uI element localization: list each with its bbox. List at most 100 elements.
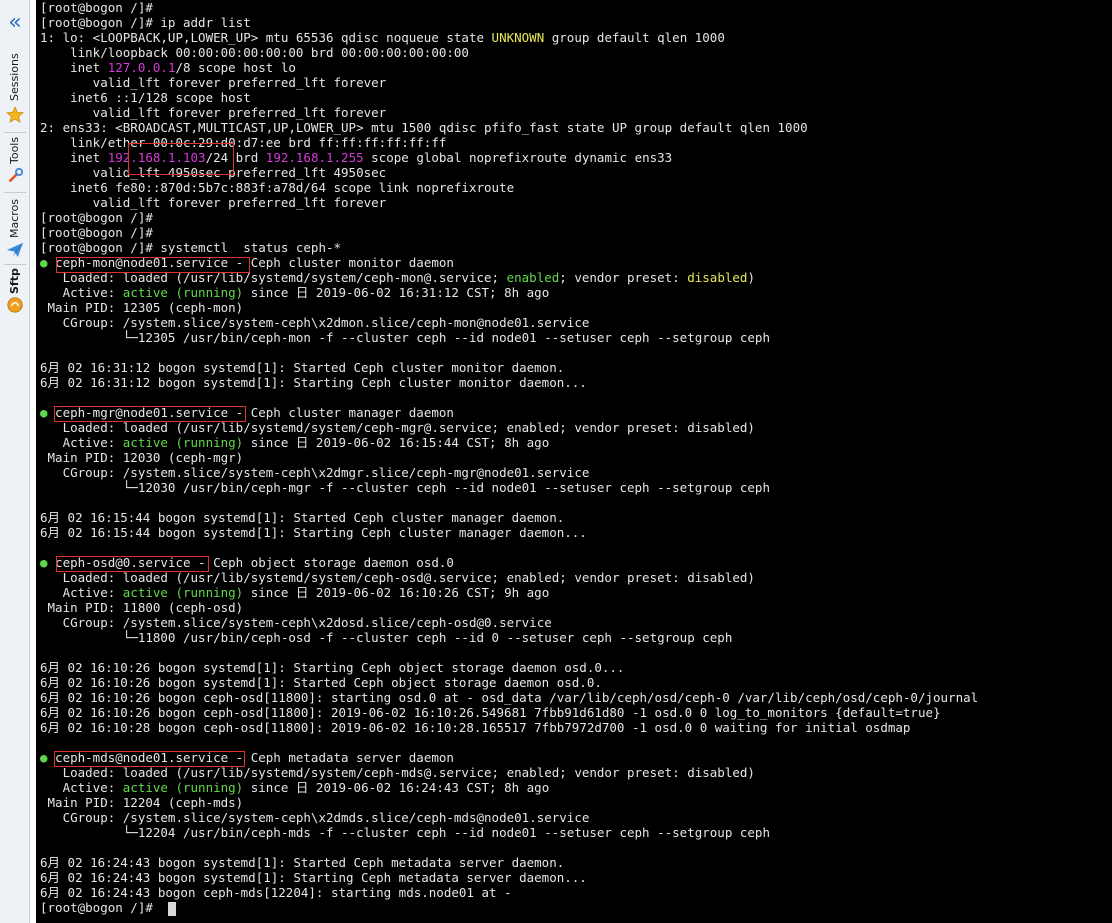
terminal-line: ​ [40, 540, 978, 555]
terminal-text-segment: ) [747, 270, 755, 285]
terminal-text-segment: 6月 02 16:10:26 bogon ceph-osd[11800]: 20… [40, 705, 941, 720]
terminal-text-segment: 6月 02 16:10:26 bogon systemd[1]: Started… [40, 675, 602, 690]
terminal-text-segment: link/ether 00:0c:29:d0:d7:ee brd ff:ff:f… [40, 135, 447, 150]
sftp-icon [7, 297, 23, 313]
terminal-line: valid_lft forever preferred_lft forever [40, 105, 978, 120]
terminal-line: CGroup: /system.slice/system-ceph\x2dmgr… [40, 465, 978, 480]
sidebar-tab-label: Macros [8, 198, 21, 238]
sidebar-divider [4, 192, 26, 193]
terminal-text-segment: └─12030 /usr/bin/ceph-mgr -f --cluster c… [40, 480, 770, 495]
terminal-line: ● ceph-osd@0.service - Ceph object stora… [40, 555, 978, 570]
terminal-line: [root@bogon /]# ip addr list [40, 15, 978, 30]
terminal-text-segment: valid_lft 4950sec preferred_lft 4950sec [40, 165, 387, 180]
terminal-line: 6月 02 16:10:26 bogon ceph-osd[11800]: 20… [40, 705, 978, 720]
terminal-text-segment: 6月 02 16:31:12 bogon systemd[1]: Startin… [40, 375, 587, 390]
terminal-line: ​ [40, 735, 978, 750]
terminal-line: └─11800 /usr/bin/ceph-osd -f --cluster c… [40, 630, 978, 645]
terminal-text-segment: ceph-mds@node01.service - Ceph metadata … [47, 750, 454, 765]
terminal-text-segment: Main PID: 11800 (ceph-osd) [40, 600, 244, 615]
terminal-text-segment: [root@bogon /]# [40, 0, 153, 15]
terminal-text-segment: 6月 02 16:15:44 bogon systemd[1]: Started… [40, 510, 565, 525]
terminal-line: ​ [40, 840, 978, 855]
terminal-line: 6月 02 16:31:12 bogon systemd[1]: Started… [40, 360, 978, 375]
terminal-text-segment: ● [40, 255, 48, 270]
terminal-text-segment: inet6 fe80::870d:5b7c:883f:a78d/64 scope… [40, 180, 515, 195]
terminal-line: link/loopback 00:00:00:00:00:00 brd 00:0… [40, 45, 978, 60]
sidebar-tab-sessions[interactable]: Sessions [3, 48, 27, 130]
terminal-text-segment: inet [40, 60, 108, 75]
terminal-text-segment: [root@bogon /]# systemctl status ceph-* [40, 240, 342, 255]
terminal-line: link/ether 00:0c:29:d0:d7:ee brd ff:ff:f… [40, 135, 978, 150]
terminal-text-segment: UNKNOWN [491, 30, 545, 45]
terminal-cursor [168, 902, 176, 916]
terminal-text-segment: Main PID: 12204 (ceph-mds) [40, 795, 244, 810]
paper-plane-icon [6, 242, 24, 258]
terminal-line: Loaded: loaded (/usr/lib/systemd/system/… [40, 570, 978, 585]
terminal-line: valid_lft 4950sec preferred_lft 4950sec [40, 165, 978, 180]
terminal-line: ● ceph-mgr@node01.service - Ceph cluster… [40, 405, 978, 420]
terminal-line: [root@bogon /]# [40, 210, 978, 225]
terminal-text-segment: ● [40, 405, 48, 420]
terminal-text-segment: Active: [40, 780, 123, 795]
terminal-line: ​ [40, 390, 978, 405]
terminal-text-segment: ; vendor preset: [559, 270, 688, 285]
terminal-line: Main PID: 12030 (ceph-mgr) [40, 450, 978, 465]
terminal-text-segment: since 日 2019-06-02 16:10:26 CST; 9h ago [243, 585, 550, 600]
terminal-text-segment: Loaded: loaded (/usr/lib/systemd/system/… [40, 420, 755, 435]
terminal-text-segment: active (running) [122, 780, 244, 795]
terminal-line: ​ [40, 495, 978, 510]
terminal-line: 6月 02 16:24:43 bogon systemd[1]: Startin… [40, 870, 978, 885]
sidebar-divider [4, 264, 26, 265]
terminal-text-segment: 127.0.0.1 [107, 60, 176, 75]
terminal-text-segment: valid_lft forever preferred_lft forever [40, 75, 387, 90]
terminal-line: └─12204 /usr/bin/ceph-mds -f --cluster c… [40, 825, 978, 840]
terminal-line: ● ceph-mds@node01.service - Ceph metadat… [40, 750, 978, 765]
terminal-line: inet 192.168.1.103/24 brd 192.168.1.255 … [40, 150, 978, 165]
terminal-text-segment: active (running) [122, 285, 244, 300]
terminal-line: 6月 02 16:15:44 bogon systemd[1]: Startin… [40, 525, 978, 540]
sidebar-tab-macros[interactable]: Macros [3, 196, 27, 262]
terminal-text-segment: disabled [687, 270, 748, 285]
terminal-text-segment: inet6 ::1/128 scope host [40, 90, 251, 105]
terminal-text-segment: Loaded: loaded (/usr/lib/systemd/system/… [40, 765, 755, 780]
sidebar-tab-tools[interactable]: Tools [3, 136, 27, 190]
terminal-text-segment: since 日 2019-06-02 16:31:12 CST; 8h ago [243, 285, 550, 300]
collapse-sidebar-icon[interactable]: « [3, 12, 27, 36]
terminal-line: ​ [40, 645, 978, 660]
terminal-text-segment: ● [40, 750, 48, 765]
terminal-line: inet6 ::1/128 scope host [40, 90, 978, 105]
terminal-text-segment: 6月 02 16:24:43 bogon ceph-mds[12204]: st… [40, 885, 512, 900]
terminal-line: ● ceph-mon@node01.service - Ceph cluster… [40, 255, 978, 270]
terminal-text-segment: /24 brd [205, 150, 266, 165]
terminal-line: 6月 02 16:10:28 bogon ceph-osd[11800]: 20… [40, 720, 978, 735]
terminal-text-segment: 192.168.1.255 [265, 150, 364, 165]
terminal-text-segment: [root@bogon /]# [40, 225, 153, 240]
terminal-text-segment: enabled [506, 270, 560, 285]
terminal-text-segment: 1: lo: <LOOPBACK,UP,LOWER_UP> mtu 65536 … [40, 30, 492, 45]
sidebar-tab-label: Sftp [8, 268, 21, 294]
terminal-line: [root@bogon /]# [40, 225, 978, 240]
terminal-text-segment: ● [40, 555, 48, 570]
terminal-text-segment: /8 scope host lo [175, 60, 296, 75]
terminal-line: Main PID: 11800 (ceph-osd) [40, 600, 978, 615]
terminal-output[interactable]: [root@bogon /]# [root@bogon /]# ip addr l… [36, 0, 1112, 923]
terminal-text-segment: CGroup: /system.slice/system-ceph\x2dmds… [40, 810, 590, 825]
terminal-text-segment: 6月 02 16:15:44 bogon systemd[1]: Startin… [40, 525, 587, 540]
terminal-line: 6月 02 16:15:44 bogon systemd[1]: Started… [40, 510, 978, 525]
terminal-text-segment: CGroup: /system.slice/system-ceph\x2dmgr… [40, 465, 590, 480]
sidebar-tab-sftp[interactable]: Sftp [3, 268, 27, 318]
terminal-line: 6月 02 16:10:26 bogon ceph-osd[11800]: st… [40, 690, 978, 705]
terminal-text-segment: 6月 02 16:31:12 bogon systemd[1]: Started… [40, 360, 565, 375]
sidebar-tab-label: Sessions [8, 53, 21, 101]
terminal-line: 6月 02 16:10:26 bogon systemd[1]: Startin… [40, 660, 978, 675]
star-icon [6, 106, 24, 123]
terminal-text-segment: Active: [40, 285, 123, 300]
terminal-text-segment: [root@bogon /]# [40, 900, 161, 915]
terminal-text-segment: ceph-mon@node01.service - Ceph cluster m… [47, 255, 454, 270]
terminal-text-segment: Loaded: loaded (/usr/lib/systemd/system/… [40, 270, 507, 285]
terminal-text: [root@bogon /]# [root@bogon /]# ip addr l… [40, 0, 978, 915]
terminal-text-segment: ceph-osd@0.service - Ceph object storage… [47, 555, 454, 570]
terminal-line: CGroup: /system.slice/system-ceph\x2dosd… [40, 615, 978, 630]
terminal-text-segment: valid_lft forever preferred_lft forever [40, 105, 387, 120]
terminal-line: [root@bogon /]# systemctl status ceph-* [40, 240, 978, 255]
